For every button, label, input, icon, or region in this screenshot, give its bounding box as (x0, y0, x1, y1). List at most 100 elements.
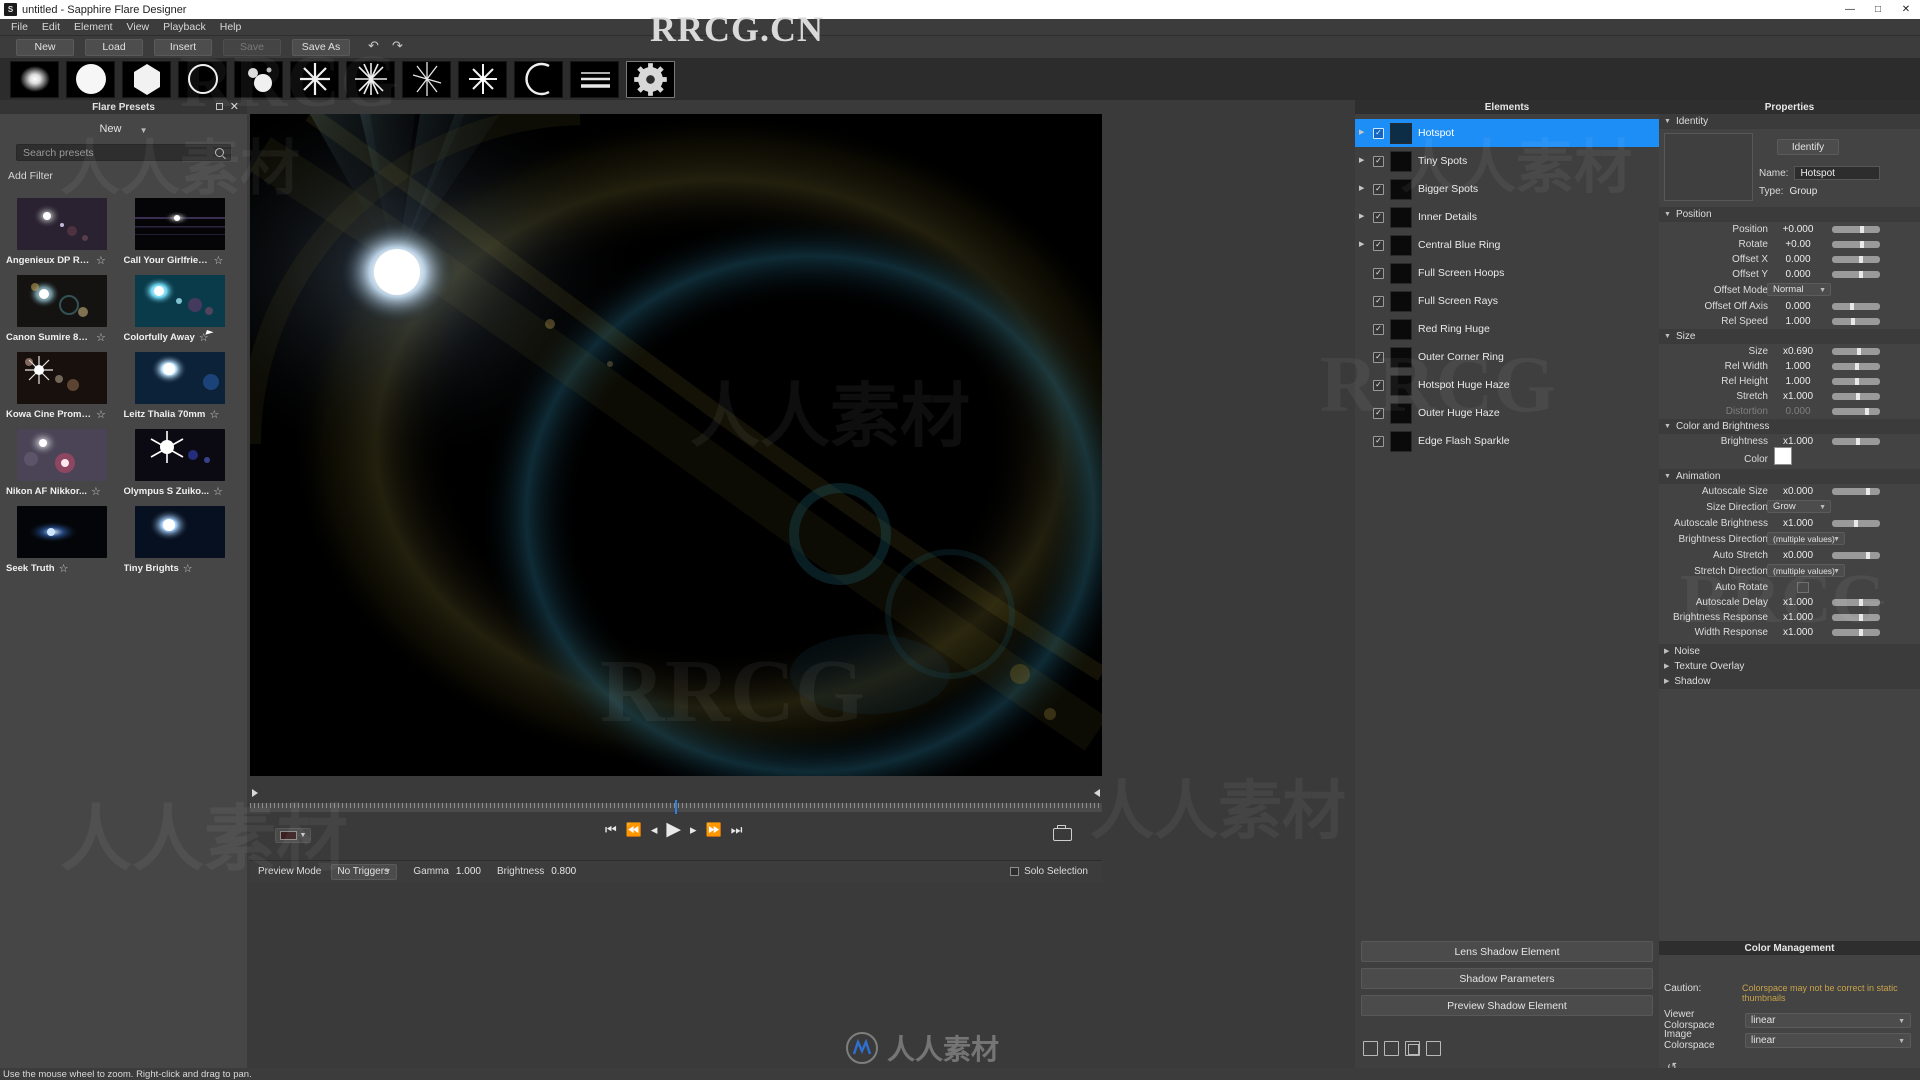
flare-preview-canvas[interactable] (250, 114, 1102, 776)
search-presets-box[interactable] (16, 144, 231, 161)
shadow-parameters-button[interactable]: Shadow Parameters (1361, 968, 1653, 989)
viewer-colorspace-dropdown[interactable]: linear ▼ (1745, 1012, 1911, 1028)
prop-rel-speed[interactable]: Rel Speed 1.000 (1659, 314, 1920, 329)
prop-value[interactable]: 1.000 (1771, 316, 1825, 327)
load-button[interactable]: Load (85, 38, 143, 56)
prop-value[interactable]: x0.000 (1771, 486, 1825, 497)
bright-disc-icon[interactable] (66, 61, 115, 98)
prop-value[interactable]: x1.000 (1771, 612, 1825, 623)
rewind-button[interactable]: ⏪ (626, 823, 642, 836)
element-visibility-checkbox[interactable]: ✓ (1373, 211, 1384, 223)
prop-slider[interactable] (1832, 520, 1880, 527)
restore-icon[interactable] (216, 103, 223, 110)
menu-playback[interactable]: Playback (156, 20, 213, 34)
expand-triangle-icon[interactable]: ▶ (1359, 185, 1367, 193)
ring-outline-icon[interactable] (178, 61, 227, 98)
prop-value[interactable]: x1.000 (1771, 597, 1825, 608)
prop-value[interactable]: 0.000 (1771, 269, 1825, 280)
prop-position[interactable]: Position +0.000 (1659, 222, 1920, 237)
stretch-direction-dropdown[interactable]: (multiple values) ▼ (1767, 564, 1845, 577)
undo-icon[interactable]: ↶ (368, 39, 382, 54)
preset-new-dropdown[interactable]: New ▼ (99, 123, 147, 135)
triggers-dropdown[interactable]: No Triggers ▼ (331, 863, 398, 880)
element-row-outer-corner-ring[interactable]: ▶ ✓ Outer Corner Ring (1355, 343, 1659, 371)
prop-slider[interactable] (1832, 271, 1880, 278)
solo-selection-checkbox[interactable] (1010, 867, 1020, 876)
prop-value[interactable]: x1.000 (1771, 518, 1825, 529)
prop-value[interactable]: +0.00 (1771, 239, 1825, 250)
preset-card[interactable]: Colorfully Away ☆ (124, 275, 236, 343)
prop-slider[interactable] (1832, 363, 1880, 370)
element-row-inner-details[interactable]: ▶ ✓ Inner Details (1355, 203, 1659, 231)
prop-value[interactable]: 1.000 (1771, 361, 1825, 372)
prop-brightness-direction[interactable]: Brightness Direction (multiple values) ▼ (1659, 531, 1920, 548)
favorite-star-icon[interactable]: ☆ (213, 486, 223, 497)
timeline-start-handle[interactable] (252, 789, 258, 797)
prop-slider[interactable] (1832, 241, 1880, 248)
element-row-bigger-spots[interactable]: ▶ ✓ Bigger Spots (1355, 175, 1659, 203)
element-row-full-screen-rays[interactable]: ▶ ✓ Full Screen Rays (1355, 287, 1659, 315)
image-colorspace-dropdown[interactable]: linear ▼ (1745, 1032, 1911, 1048)
prop-offset-y[interactable]: Offset Y 0.000 (1659, 267, 1920, 282)
prop-slider[interactable] (1832, 599, 1880, 606)
prop-width-response[interactable]: Width Response x1.000 (1659, 625, 1920, 640)
expand-triangle-icon[interactable]: ▶ (1359, 157, 1367, 165)
gamma-value[interactable]: 1.000 (456, 866, 481, 877)
prop-value[interactable]: x1.000 (1771, 391, 1825, 402)
prop-slider[interactable] (1832, 552, 1880, 559)
minimize-button[interactable]: — (1836, 0, 1864, 19)
prop-slider[interactable] (1832, 393, 1880, 400)
play-button[interactable]: ▶ (666, 820, 681, 839)
element-visibility-checkbox[interactable]: ✓ (1373, 323, 1384, 335)
prop-slider[interactable] (1832, 614, 1880, 621)
prop-autoscale-size[interactable]: Autoscale Size x0.000 (1659, 484, 1920, 499)
element-row-tiny-spots[interactable]: ▶ ✓ Tiny Spots (1355, 147, 1659, 175)
maximize-button[interactable]: □ (1864, 0, 1892, 19)
soft-glow-icon[interactable] (10, 61, 59, 98)
prop-offset-off-axis[interactable]: Offset Off Axis 0.000 (1659, 299, 1920, 314)
prop-stretch-direction[interactable]: Stretch Direction (multiple values) ▼ (1659, 563, 1920, 580)
prop-autoscale-delay[interactable]: Autoscale Delay x1.000 (1659, 595, 1920, 610)
spiky-star-icon[interactable] (458, 61, 507, 98)
multi-ray-star-icon[interactable] (346, 61, 395, 98)
preset-card[interactable]: Angenieux DP Rouge... ☆ (6, 198, 118, 266)
identify-button[interactable]: Identify (1777, 139, 1839, 155)
prop-auto-stretch[interactable]: Auto Stretch x0.000 (1659, 548, 1920, 563)
prop-value[interactable]: 1.000 (1771, 376, 1825, 387)
prop-value[interactable]: x1.000 (1771, 436, 1825, 447)
jump-start-button[interactable]: ⏮ (605, 823, 617, 836)
timeline-end-handle[interactable] (1094, 789, 1100, 797)
section-shadow[interactable]: ▶ Shadow (1659, 674, 1920, 689)
duplicate-icon[interactable] (1405, 1041, 1420, 1056)
element-row-full-screen-hoops[interactable]: ▶ ✓ Full Screen Hoops (1355, 259, 1659, 287)
prop-slider[interactable] (1832, 488, 1880, 495)
preset-card[interactable]: Tiny Brights ☆ (124, 506, 236, 574)
favorite-star-icon[interactable]: ☆ (96, 332, 106, 343)
favorite-star-icon[interactable]: ☆ (91, 486, 101, 497)
prop-rotate[interactable]: Rotate +0.00 (1659, 237, 1920, 252)
element-visibility-checkbox[interactable]: ✓ (1373, 407, 1384, 419)
prop-value[interactable]: x1.000 (1771, 627, 1825, 638)
menu-element[interactable]: Element (67, 20, 120, 34)
prop-value[interactable]: x0.690 (1771, 346, 1825, 357)
preset-card[interactable]: Leitz Thalia 70mm ☆ (124, 352, 236, 420)
section-identity[interactable]: ▼ Identity (1659, 114, 1920, 129)
star-burst-icon[interactable] (290, 61, 339, 98)
prop-slider[interactable] (1832, 256, 1880, 263)
prop-color[interactable]: Color (1659, 447, 1920, 469)
element-visibility-checkbox[interactable]: ✓ (1373, 239, 1384, 251)
prop-slider[interactable] (1832, 438, 1880, 445)
delete-icon[interactable] (1426, 1041, 1441, 1056)
prop-value[interactable]: 0.000 (1771, 301, 1825, 312)
auto-rotate-checkbox[interactable] (1797, 582, 1809, 593)
menu-view[interactable]: View (120, 20, 157, 34)
lens-shadow-element-button[interactable]: Lens Shadow Element (1361, 941, 1653, 962)
expand-triangle-icon[interactable]: ▶ (1359, 241, 1367, 249)
preset-card[interactable]: Canon Sumire 85mm ☆ (6, 275, 118, 343)
color-swatch[interactable] (1774, 447, 1792, 465)
solo-selection-toggle[interactable]: Solo Selection (1010, 866, 1088, 877)
prop-auto-rotate[interactable]: Auto Rotate (1659, 580, 1920, 595)
prop-value[interactable]: +0.000 (1771, 224, 1825, 235)
insert-button[interactable]: Insert (154, 38, 212, 56)
fast-forward-button[interactable]: ⏩ (706, 823, 722, 836)
